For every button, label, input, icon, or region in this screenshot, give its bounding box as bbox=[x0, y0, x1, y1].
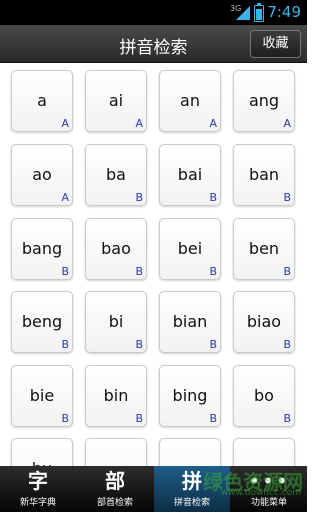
pinyin-label: bian bbox=[172, 312, 208, 331]
initial-tag: A bbox=[283, 117, 291, 130]
initial-tag: B bbox=[135, 338, 143, 351]
title-bar: 拼音检索 收藏 bbox=[0, 25, 307, 63]
initial-tag: A bbox=[61, 117, 69, 130]
pinyin-label: bai bbox=[177, 165, 203, 184]
pinyin-label: an bbox=[180, 91, 200, 110]
initial-tag: B bbox=[209, 338, 217, 351]
initial-tag: B bbox=[135, 412, 143, 425]
initial-tag: B bbox=[135, 265, 143, 278]
pinyin-cell[interactable]: biao B bbox=[233, 291, 295, 353]
initial-tag: B bbox=[209, 191, 217, 204]
pinyin-cell[interactable]: bi B bbox=[85, 291, 147, 353]
initial-tag: B bbox=[283, 265, 291, 278]
tab-label: 新华字典 bbox=[19, 498, 56, 508]
pinyin-label: beng bbox=[21, 312, 63, 331]
initial-tag: A bbox=[209, 117, 217, 130]
initial-tag: B bbox=[209, 412, 217, 425]
status-bar: 3G 7:49 bbox=[0, 0, 307, 25]
initial-tag: B bbox=[61, 265, 69, 278]
pinyin-cell[interactable]: bian B bbox=[159, 291, 221, 353]
pinyin-label: ai bbox=[108, 91, 124, 110]
bu-icon: 部 bbox=[105, 469, 125, 493]
pinyin-cell[interactable]: bai B bbox=[159, 144, 221, 206]
initial-tag: A bbox=[61, 191, 69, 204]
pinyin-cell[interactable] bbox=[159, 438, 221, 469]
clock: 7:49 bbox=[267, 3, 301, 21]
pinyin-cell[interactable]: bao B bbox=[85, 218, 147, 280]
initial-tag: A bbox=[135, 117, 143, 130]
initial-tag: B bbox=[283, 412, 291, 425]
pinyin-cell[interactable]: bu bbox=[11, 438, 73, 469]
pinyin-cell[interactable]: ang A bbox=[233, 70, 295, 132]
pinyin-cell[interactable] bbox=[85, 438, 147, 469]
pinyin-cell[interactable]: ba B bbox=[85, 144, 147, 206]
pinyin-label: ben bbox=[248, 239, 280, 258]
pinyin-label: bing bbox=[172, 386, 208, 405]
favorite-button[interactable]: 收藏 bbox=[250, 30, 301, 58]
initial-tag: B bbox=[209, 265, 217, 278]
pinyin-cell[interactable]: bo B bbox=[233, 365, 295, 427]
signal-icon bbox=[236, 6, 250, 20]
pinyin-cell[interactable]: bei B bbox=[159, 218, 221, 280]
tab-label: 部首检索 bbox=[96, 498, 133, 508]
initial-tag: B bbox=[283, 191, 291, 204]
pinyin-cell[interactable]: bin B bbox=[85, 365, 147, 427]
pinyin-label: bin bbox=[103, 386, 129, 405]
pinyin-cell[interactable]: ban B bbox=[233, 144, 295, 206]
initial-tag: B bbox=[61, 412, 69, 425]
pinyin-label: biao bbox=[246, 312, 282, 331]
pinyin-cell[interactable]: bang B bbox=[11, 218, 73, 280]
pinyin-label: bie bbox=[29, 386, 55, 405]
pinyin-label: a bbox=[37, 91, 47, 110]
pinyin-cell[interactable] bbox=[233, 438, 295, 469]
pinyin-label: bo bbox=[254, 386, 274, 405]
initial-tag: B bbox=[61, 338, 69, 351]
watermark-url: www.downcc.com bbox=[220, 488, 301, 498]
pinyin-label: ba bbox=[106, 165, 126, 184]
zi-icon: 字 bbox=[28, 469, 48, 493]
pinyin-label: bang bbox=[21, 239, 63, 258]
pinyin-label: bei bbox=[177, 239, 203, 258]
pinyin-cell[interactable]: ao A bbox=[11, 144, 73, 206]
pinyin-label: bao bbox=[101, 239, 131, 258]
tab-radical-search[interactable]: 部 部首检索 bbox=[77, 466, 153, 512]
pinyin-cell[interactable]: beng B bbox=[11, 291, 73, 353]
initial-tag: B bbox=[283, 338, 291, 351]
initial-tag: B bbox=[135, 191, 143, 204]
pinyin-cell[interactable]: an A bbox=[159, 70, 221, 132]
pinyin-cell[interactable]: ai A bbox=[85, 70, 147, 132]
tab-label: 拼音检索 bbox=[173, 498, 210, 508]
pinyin-cell[interactable]: bing B bbox=[159, 365, 221, 427]
pinyin-cell[interactable]: aA bbox=[11, 70, 73, 132]
pinyin-label: ban bbox=[248, 165, 280, 184]
pinyin-grid: aA ai A an A ang A ao A ba B bai B ban B bang B … bbox=[0, 63, 307, 469]
pinyin-label: ang bbox=[248, 91, 280, 110]
battery-icon bbox=[254, 3, 264, 22]
pinyin-label: bi bbox=[108, 312, 124, 331]
pinyin-label: ao bbox=[32, 165, 52, 184]
pinyin-cell[interactable]: bie B bbox=[11, 365, 73, 427]
tab-xinhua-dictionary[interactable]: 字 新华字典 bbox=[0, 466, 76, 512]
pinyin-cell[interactable]: ben B bbox=[233, 218, 295, 280]
